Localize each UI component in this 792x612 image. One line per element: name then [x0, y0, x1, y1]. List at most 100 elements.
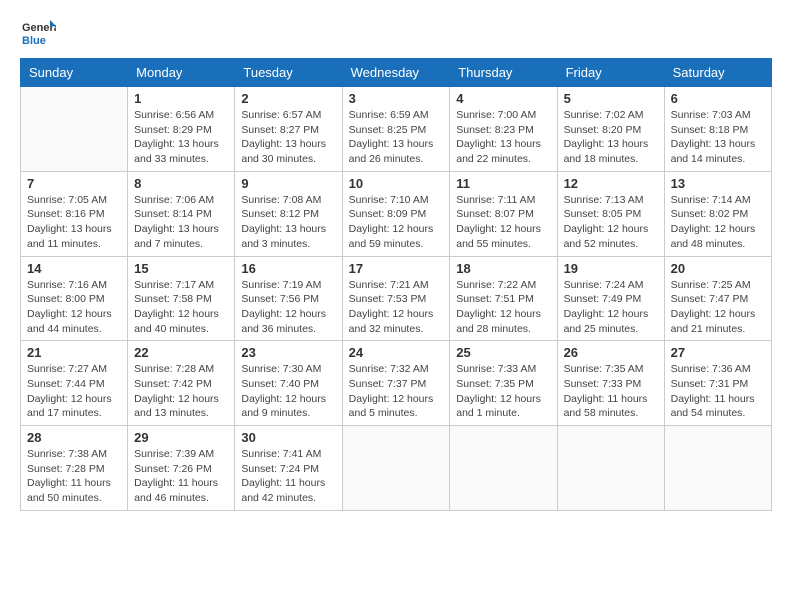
calendar-week-row: 28Sunrise: 7:38 AM Sunset: 7:28 PM Dayli…: [21, 426, 772, 511]
day-number: 8: [134, 176, 228, 191]
calendar-cell: 24 Sunrise: 7:32 AM Sunset: 7:37 PM Dayli…: [342, 341, 450, 426]
weekday-header-sunday: Sunday: [21, 59, 128, 87]
day-info: Sunrise: 7:11 AM Sunset: 8:07 PM Dayligh…: [456, 193, 550, 252]
day-info: Sunrise: 7:17 AM Sunset: 7:58 PM Dayligh…: [134, 278, 228, 337]
calendar-cell: 5Sunrise: 7:02 AM Sunset: 8:20 PM Daylig…: [557, 87, 664, 172]
calendar-cell: [450, 426, 557, 511]
day-info: Sunrise: 7:27 AM Sunset: 7:44 PM Dayligh…: [27, 362, 121, 421]
weekday-header-wednesday: Wednesday: [342, 59, 450, 87]
calendar-cell: [557, 426, 664, 511]
calendar-cell: 21 Sunrise: 7:27 AM Sunset: 7:44 PM Dayli…: [21, 341, 128, 426]
calendar-cell: 10Sunrise: 7:10 AM Sunset: 8:09 PM Dayli…: [342, 171, 450, 256]
calendar-header-row: SundayMondayTuesdayWednesdayThursdayFrid…: [21, 59, 772, 87]
calendar-cell: [21, 87, 128, 172]
day-info: Sunrise: 7:22 AM Sunset: 7:51 PM Dayligh…: [456, 278, 550, 337]
calendar-cell: 8 Sunrise: 7:06 AM Sunset: 8:14 PM Daylig…: [128, 171, 235, 256]
calendar-cell: [342, 426, 450, 511]
day-number: 11: [456, 176, 550, 191]
day-info: Sunrise: 7:14 AM Sunset: 8:02 PM Dayligh…: [671, 193, 765, 252]
day-info: Sunrise: 7:41 AM Sunset: 7:24 PM Dayligh…: [241, 447, 335, 506]
day-number: 23: [241, 345, 335, 360]
day-info: Sunrise: 6:59 AM Sunset: 8:25 PM Dayligh…: [349, 108, 444, 167]
calendar-cell: 16 Sunrise: 7:19 AM Sunset: 7:56 PM Dayli…: [235, 256, 342, 341]
day-number: 29: [134, 430, 228, 445]
calendar-cell: 27 Sunrise: 7:36 AM Sunset: 7:31 PM Dayli…: [664, 341, 771, 426]
calendar-cell: 13 Sunrise: 7:14 AM Sunset: 8:02 PM Dayli…: [664, 171, 771, 256]
calendar-cell: 23 Sunrise: 7:30 AM Sunset: 7:40 PM Dayli…: [235, 341, 342, 426]
calendar-week-row: 1Sunrise: 6:56 AM Sunset: 8:29 PM Daylig…: [21, 87, 772, 172]
day-info: Sunrise: 6:57 AM Sunset: 8:27 PM Dayligh…: [241, 108, 335, 167]
calendar-week-row: 14 Sunrise: 7:16 AM Sunset: 8:00 PM Dayli…: [21, 256, 772, 341]
calendar-cell: 2Sunrise: 6:57 AM Sunset: 8:27 PM Daylig…: [235, 87, 342, 172]
day-info: Sunrise: 7:03 AM Sunset: 8:18 PM Dayligh…: [671, 108, 765, 167]
day-number: 12: [564, 176, 658, 191]
calendar-cell: 15 Sunrise: 7:17 AM Sunset: 7:58 PM Dayli…: [128, 256, 235, 341]
day-info: Sunrise: 7:19 AM Sunset: 7:56 PM Dayligh…: [241, 278, 335, 337]
day-number: 16: [241, 261, 335, 276]
day-info: Sunrise: 7:02 AM Sunset: 8:20 PM Dayligh…: [564, 108, 658, 167]
day-info: Sunrise: 7:35 AM Sunset: 7:33 PM Dayligh…: [564, 362, 658, 421]
calendar-cell: 17 Sunrise: 7:21 AM Sunset: 7:53 PM Dayli…: [342, 256, 450, 341]
calendar-cell: 14 Sunrise: 7:16 AM Sunset: 8:00 PM Dayli…: [21, 256, 128, 341]
calendar-week-row: 7Sunrise: 7:05 AM Sunset: 8:16 PM Daylig…: [21, 171, 772, 256]
day-info: Sunrise: 7:33 AM Sunset: 7:35 PM Dayligh…: [456, 362, 550, 421]
day-number: 15: [134, 261, 228, 276]
day-info: Sunrise: 7:05 AM Sunset: 8:16 PM Dayligh…: [27, 193, 121, 252]
day-number: 27: [671, 345, 765, 360]
page-header: General Blue: [20, 16, 772, 52]
day-info: Sunrise: 7:06 AM Sunset: 8:14 PM Dayligh…: [134, 193, 228, 252]
weekday-header-monday: Monday: [128, 59, 235, 87]
day-number: 14: [27, 261, 121, 276]
weekday-header-friday: Friday: [557, 59, 664, 87]
calendar-cell: 12 Sunrise: 7:13 AM Sunset: 8:05 PM Dayli…: [557, 171, 664, 256]
calendar-cell: 25 Sunrise: 7:33 AM Sunset: 7:35 PM Dayli…: [450, 341, 557, 426]
day-info: Sunrise: 7:00 AM Sunset: 8:23 PM Dayligh…: [456, 108, 550, 167]
calendar-cell: 20 Sunrise: 7:25 AM Sunset: 7:47 PM Dayli…: [664, 256, 771, 341]
calendar-cell: 9 Sunrise: 7:08 AM Sunset: 8:12 PM Daylig…: [235, 171, 342, 256]
calendar-cell: 7Sunrise: 7:05 AM Sunset: 8:16 PM Daylig…: [21, 171, 128, 256]
day-number: 1: [134, 91, 228, 106]
day-number: 13: [671, 176, 765, 191]
day-number: 21: [27, 345, 121, 360]
day-number: 9: [241, 176, 335, 191]
day-number: 30: [241, 430, 335, 445]
day-number: 25: [456, 345, 550, 360]
calendar-cell: 18 Sunrise: 7:22 AM Sunset: 7:51 PM Dayli…: [450, 256, 557, 341]
day-info: Sunrise: 7:39 AM Sunset: 7:26 PM Dayligh…: [134, 447, 228, 506]
calendar-table: SundayMondayTuesdayWednesdayThursdayFrid…: [20, 58, 772, 511]
day-info: Sunrise: 7:21 AM Sunset: 7:53 PM Dayligh…: [349, 278, 444, 337]
day-info: Sunrise: 7:36 AM Sunset: 7:31 PM Dayligh…: [671, 362, 765, 421]
calendar-cell: 4 Sunrise: 7:00 AM Sunset: 8:23 PM Daylig…: [450, 87, 557, 172]
day-number: 18: [456, 261, 550, 276]
day-number: 17: [349, 261, 444, 276]
calendar-cell: 3 Sunrise: 6:59 AM Sunset: 8:25 PM Daylig…: [342, 87, 450, 172]
day-info: Sunrise: 7:24 AM Sunset: 7:49 PM Dayligh…: [564, 278, 658, 337]
calendar-cell: 6 Sunrise: 7:03 AM Sunset: 8:18 PM Daylig…: [664, 87, 771, 172]
day-number: 19: [564, 261, 658, 276]
day-info: Sunrise: 7:13 AM Sunset: 8:05 PM Dayligh…: [564, 193, 658, 252]
calendar-cell: 1Sunrise: 6:56 AM Sunset: 8:29 PM Daylig…: [128, 87, 235, 172]
day-info: Sunrise: 7:16 AM Sunset: 8:00 PM Dayligh…: [27, 278, 121, 337]
day-number: 28: [27, 430, 121, 445]
weekday-header-thursday: Thursday: [450, 59, 557, 87]
calendar-week-row: 21 Sunrise: 7:27 AM Sunset: 7:44 PM Dayli…: [21, 341, 772, 426]
day-info: Sunrise: 7:30 AM Sunset: 7:40 PM Dayligh…: [241, 362, 335, 421]
logo: General Blue: [20, 16, 56, 52]
day-number: 20: [671, 261, 765, 276]
calendar-cell: 22Sunrise: 7:28 AM Sunset: 7:42 PM Dayli…: [128, 341, 235, 426]
calendar-cell: [664, 426, 771, 511]
svg-text:Blue: Blue: [22, 35, 46, 47]
day-number: 4: [456, 91, 550, 106]
weekday-header-tuesday: Tuesday: [235, 59, 342, 87]
day-number: 6: [671, 91, 765, 106]
calendar-cell: 30 Sunrise: 7:41 AM Sunset: 7:24 PM Dayli…: [235, 426, 342, 511]
day-number: 3: [349, 91, 444, 106]
calendar-cell: 26 Sunrise: 7:35 AM Sunset: 7:33 PM Dayli…: [557, 341, 664, 426]
calendar-cell: 11 Sunrise: 7:11 AM Sunset: 8:07 PM Dayli…: [450, 171, 557, 256]
day-info: Sunrise: 7:32 AM Sunset: 7:37 PM Dayligh…: [349, 362, 444, 421]
day-number: 24: [349, 345, 444, 360]
day-info: Sunrise: 7:10 AM Sunset: 8:09 PM Dayligh…: [349, 193, 444, 252]
day-info: Sunrise: 7:08 AM Sunset: 8:12 PM Dayligh…: [241, 193, 335, 252]
day-number: 26: [564, 345, 658, 360]
day-info: Sunrise: 7:25 AM Sunset: 7:47 PM Dayligh…: [671, 278, 765, 337]
